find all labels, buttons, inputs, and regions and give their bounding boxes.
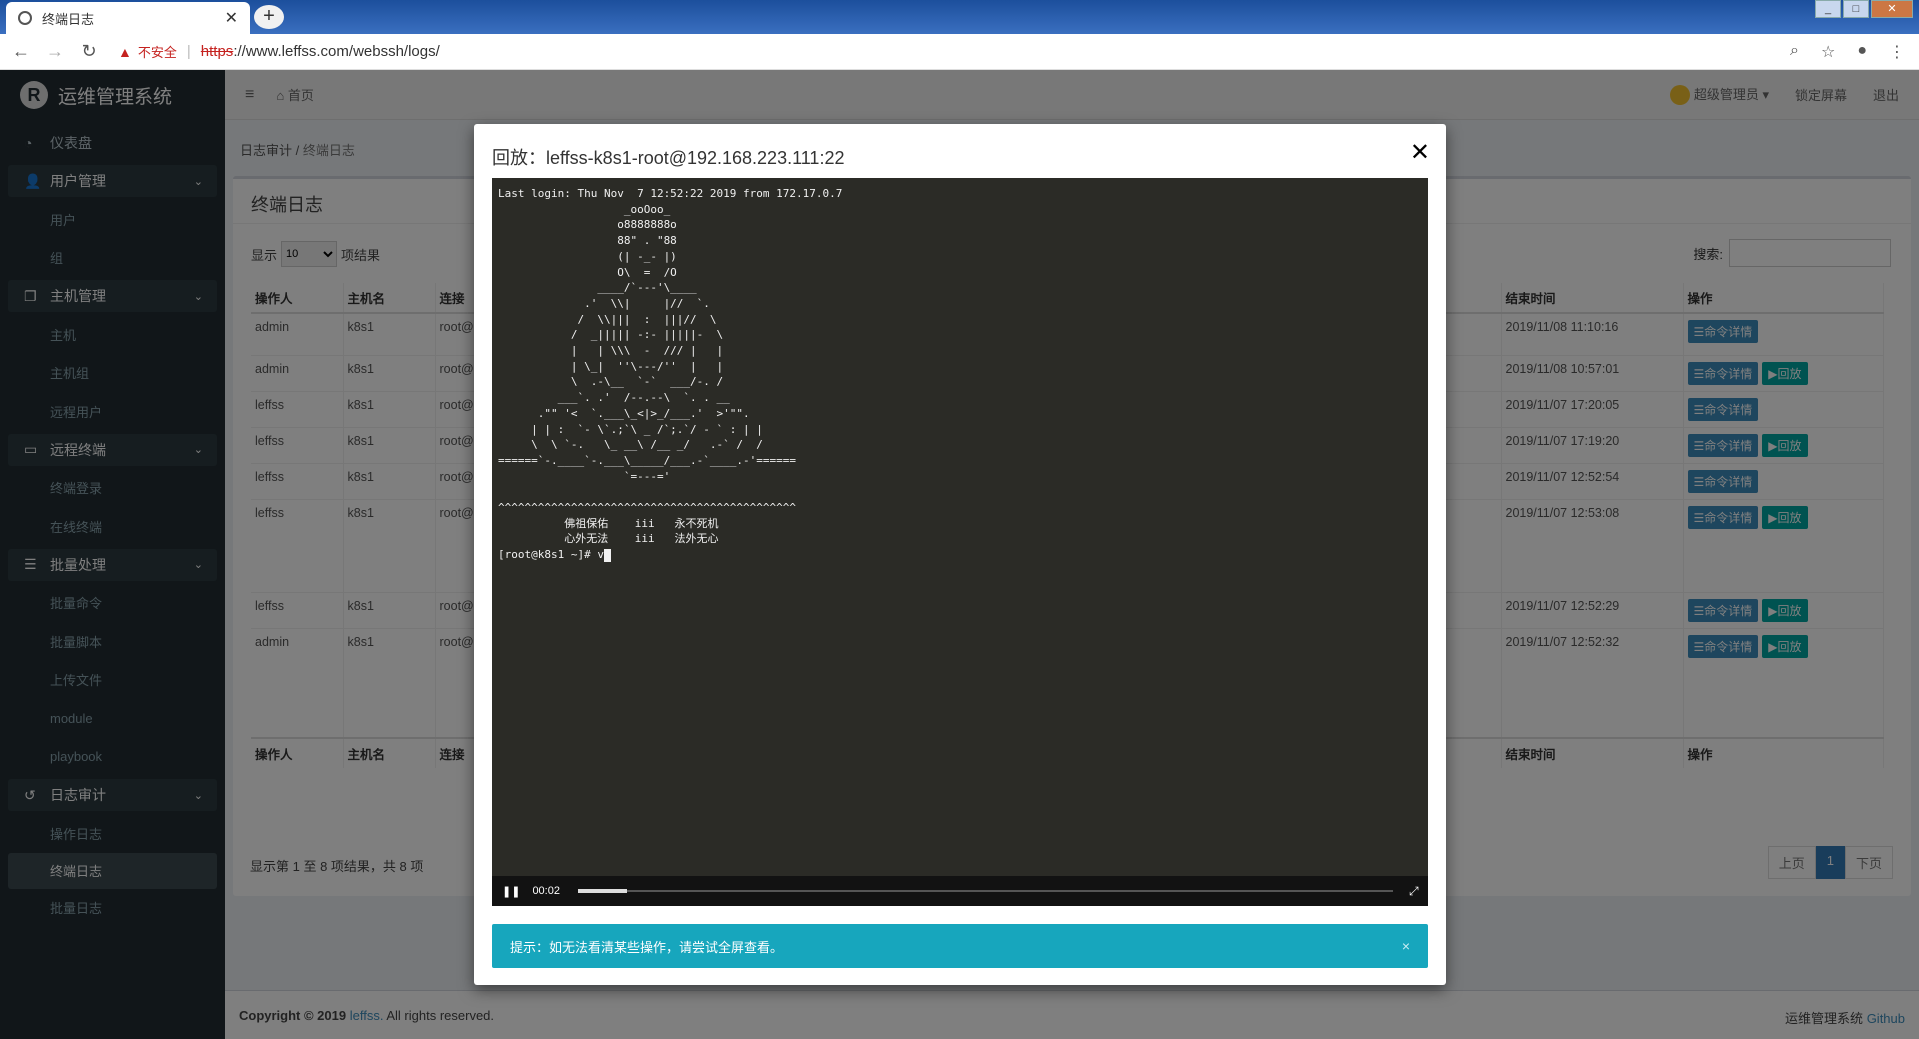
elapsed-time: 00:02 bbox=[532, 885, 560, 897]
zoom-icon[interactable]: ⌕ bbox=[1790, 42, 1799, 62]
url-separator: | bbox=[186, 43, 191, 60]
back-icon[interactable]: ← bbox=[8, 41, 34, 62]
close-alert-icon[interactable]: × bbox=[1402, 938, 1410, 954]
close-tab-icon[interactable]: ✕ bbox=[225, 8, 238, 28]
account-icon[interactable]: ● bbox=[1857, 42, 1867, 62]
browser-tabbar: 终端日志 ✕ + _ □ ✕ bbox=[0, 0, 1919, 34]
terminal-output: Last login: Thu Nov 7 12:52:22 2019 from… bbox=[498, 186, 842, 563]
terminal-cursor bbox=[603, 548, 611, 562]
forward-icon[interactable]: → bbox=[42, 41, 68, 62]
url-scheme: https bbox=[200, 43, 234, 60]
menu-kebab-icon[interactable]: ⋮ bbox=[1889, 42, 1905, 62]
hint-alert: 提示：如无法看清某些操作，请尝试全屏查看。 × bbox=[492, 924, 1428, 968]
maximize-icon[interactable]: □ bbox=[1843, 0, 1869, 18]
pause-icon[interactable]: ❚❚ bbox=[502, 885, 520, 898]
browser-tab[interactable]: 终端日志 ✕ bbox=[6, 2, 250, 34]
progress-fill bbox=[577, 889, 627, 893]
address-bar: ← → ↻ ▲ 不安全 | https ://www.leffss.com/we… bbox=[0, 34, 1919, 70]
new-tab-button[interactable]: + bbox=[254, 5, 284, 29]
close-icon[interactable]: ✕ bbox=[1410, 138, 1430, 167]
terminal-text: Last login: Thu Nov 7 12:52:22 2019 from… bbox=[498, 187, 843, 562]
globe-icon bbox=[18, 11, 32, 25]
reload-icon[interactable]: ↻ bbox=[76, 41, 102, 62]
insecure-label: 不安全 bbox=[137, 45, 177, 60]
fullscreen-icon[interactable]: ⤢ bbox=[1409, 884, 1419, 899]
star-icon[interactable]: ☆ bbox=[1821, 42, 1835, 62]
player-controls: ❚❚ 00:02 ⤢ bbox=[492, 876, 1428, 906]
progress-track[interactable] bbox=[577, 889, 1393, 893]
warning-icon: ▲ bbox=[118, 43, 132, 60]
window-close-icon[interactable]: ✕ bbox=[1871, 0, 1913, 18]
terminal-screen[interactable]: Last login: Thu Nov 7 12:52:22 2019 from… bbox=[492, 178, 1428, 876]
window-controls: _ □ ✕ bbox=[1815, 0, 1913, 18]
url-field[interactable]: ▲ 不安全 | https ://www.leffss.com/webssh/l… bbox=[118, 42, 1768, 61]
address-actions: ⌕ ☆ ● ⋮ bbox=[1790, 42, 1905, 62]
modal-title: 回放：leffss-k8s1-root@192.168.223.111:22 bbox=[492, 148, 845, 168]
browser-tab-title: 终端日志 bbox=[42, 11, 95, 27]
replay-modal: 回放：leffss-k8s1-root@192.168.223.111:22 ✕… bbox=[474, 124, 1446, 985]
url-text: ://www.leffss.com/webssh/logs/ bbox=[233, 43, 440, 60]
minimize-icon[interactable]: _ bbox=[1815, 0, 1841, 18]
hint-text: 提示：如无法看清某些操作，请尝试全屏查看。 bbox=[510, 939, 784, 955]
